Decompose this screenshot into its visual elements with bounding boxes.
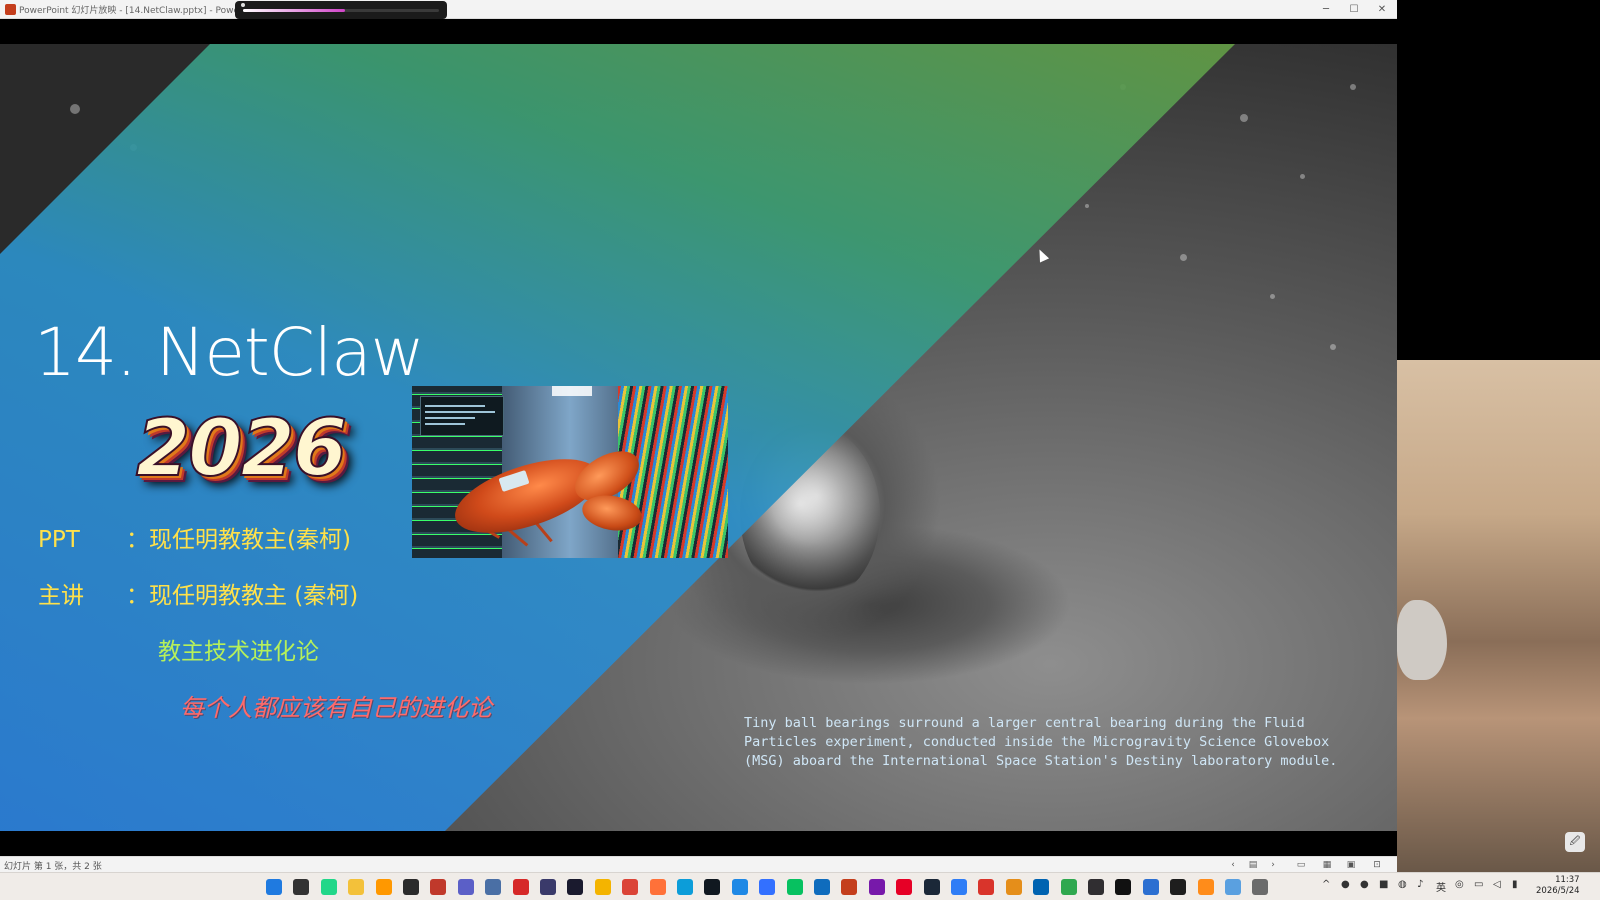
tray-wechat-icon[interactable]: ● [1341, 879, 1350, 890]
slide-menu-button[interactable]: ▤ [1246, 859, 1260, 871]
ppt-value: ：现任明教教主(秦柯) [126, 527, 351, 553]
cmd-icon[interactable] [1170, 879, 1187, 895]
tray-app-icon[interactable]: ■ [1379, 879, 1388, 890]
speaker-value: ：现任明教教主 (秦柯) [126, 583, 359, 609]
notification-app-icon[interactable] [1197, 879, 1214, 895]
terminal-screen [420, 396, 504, 436]
powerpoint-icon [5, 4, 16, 15]
normal-view-button[interactable]: ▭ [1294, 859, 1308, 871]
tray-ime-icon[interactable]: 英 [1436, 879, 1446, 894]
obs-icon[interactable] [1088, 879, 1104, 895]
rdp-icon[interactable] [1033, 879, 1050, 895]
slide[interactable]: 14. NetClaw 2026 PPT ：现任明教教主(秦柯) 主讲 ：现任明… [0, 44, 1397, 831]
cloud-app-icon[interactable] [731, 879, 748, 895]
tencent-docs-icon[interactable] [951, 879, 967, 895]
recorder-icon[interactable] [512, 879, 529, 895]
powerpoint-window: PowerPoint 幻灯片放映 - [14.NetClaw.pptx] - P… [0, 0, 1397, 872]
clock-date: 2026/5/24 [1536, 886, 1580, 896]
desktop-wallpaper: 🖉 [1397, 360, 1600, 872]
virtual-machine-icon[interactable] [1005, 879, 1022, 895]
chrome-canary-icon[interactable] [594, 879, 611, 895]
desktop-pen-button[interactable]: 🖉 [1565, 832, 1585, 852]
notepad-icon[interactable] [1115, 879, 1132, 895]
ppt-credit: PPT ：现任明教教主(秦柯) [38, 520, 351, 554]
system-clock[interactable]: 11:37 2026/5/24 [1536, 875, 1580, 897]
speaker-label: 主讲 [38, 583, 84, 609]
tray-record-icon[interactable]: ● [1360, 879, 1369, 890]
pycharm-icon[interactable] [320, 879, 337, 895]
tray-volume-icon[interactable]: ◁ [1493, 879, 1501, 890]
edge-icon[interactable] [677, 879, 693, 895]
owl-app-icon[interactable] [540, 879, 556, 895]
tray-chevron-icon[interactable]: ^ [1322, 879, 1330, 890]
slideshow-area[interactable]: 14. NetClaw 2026 PPT ：现任明教教主(秦柯) 主讲 ：现任明… [0, 19, 1397, 862]
maximize-button[interactable]: ☐ [1340, 1, 1368, 18]
wallpaper-rock [1397, 600, 1447, 680]
window-title: PowerPoint 幻灯片放映 - [14.NetClaw.pptx] - P… [19, 6, 266, 16]
speaker-credit: 主讲 ：现任明教教主 (秦柯) [38, 576, 358, 610]
ppt-label: PPT [38, 527, 80, 553]
motto: 每个人都应该有自己的进化论 [180, 694, 492, 722]
recorder-indicator-icon [241, 3, 245, 7]
tray-mic-icon[interactable]: ♪ [1417, 879, 1423, 890]
firefox-icon[interactable] [649, 879, 666, 895]
terminal-icon[interactable] [403, 879, 419, 895]
close-button[interactable]: ✕ [1368, 1, 1396, 18]
windows-start-icon[interactable] [266, 879, 282, 895]
status-bar: 幻灯片 第 1 张，共 2 张 ‹ ▤ › ▭ ▦ ▣ ⊡ [0, 856, 1397, 872]
tray-display-icon[interactable]: ▭ [1474, 879, 1483, 890]
netclaw-lobster-image [412, 386, 728, 558]
snipping-tool-icon[interactable] [430, 879, 447, 895]
recording-progress-track [243, 9, 439, 12]
netease-music-icon[interactable] [896, 879, 913, 895]
taskbar: ^ ● ● ■ ◍ ♪ 英 ◎ ▭ ◁ ▮ 11:37 2026/5/24 [0, 872, 1600, 900]
file-explorer-icon[interactable] [348, 879, 365, 895]
outlook-icon[interactable] [814, 879, 830, 895]
chrome-icon[interactable] [622, 879, 639, 895]
steam-icon[interactable] [923, 879, 940, 895]
save-disk-icon[interactable] [485, 879, 502, 895]
series-name: 教主技术进化论 [158, 639, 319, 665]
cursor-app-icon[interactable] [704, 879, 721, 895]
slideshow-view-button[interactable]: ⊡ [1370, 859, 1384, 871]
wechat-icon[interactable] [786, 879, 803, 895]
next-slide-button[interactable]: › [1266, 859, 1280, 871]
photos-icon[interactable] [1225, 879, 1241, 895]
remote-app-icon[interactable] [1142, 879, 1159, 895]
tray-update-icon[interactable]: ◎ [1455, 879, 1464, 890]
year-badge: 2026 [135, 403, 348, 495]
feishu-icon[interactable] [759, 879, 776, 895]
minimize-button[interactable]: ─ [1312, 1, 1340, 18]
task-view-icon[interactable] [293, 879, 310, 895]
clock-time: 11:37 [1555, 875, 1580, 885]
slide-counter: 幻灯片 第 1 张，共 2 张 [4, 862, 102, 872]
title-bar: PowerPoint 幻灯片放映 - [14.NetClaw.pptx] - P… [0, 0, 1397, 19]
reading-view-button[interactable]: ▣ [1344, 859, 1358, 871]
slide-sorter-button[interactable]: ▦ [1320, 859, 1334, 871]
tray-network-icon[interactable]: ◍ [1398, 879, 1407, 890]
photo-caption: Tiny ball bearings surround a larger cen… [744, 715, 1338, 769]
teams-icon[interactable] [457, 879, 474, 895]
recording-progress-fill [243, 9, 345, 12]
previous-slide-button[interactable]: ‹ [1226, 859, 1240, 871]
remote-desktop-icon[interactable] [567, 879, 584, 895]
slide-title: 14. NetClaw [34, 314, 425, 391]
onenote-icon[interactable] [868, 879, 885, 895]
screen-recorder-bar[interactable] [235, 1, 447, 19]
sublime-text-icon[interactable] [375, 879, 392, 895]
settings-icon[interactable] [1252, 879, 1269, 895]
wps-icon[interactable] [978, 879, 995, 895]
browser-alt-icon[interactable] [1060, 879, 1077, 895]
tray-battery-icon[interactable]: ▮ [1512, 879, 1518, 890]
powerpoint-icon[interactable] [841, 879, 858, 895]
